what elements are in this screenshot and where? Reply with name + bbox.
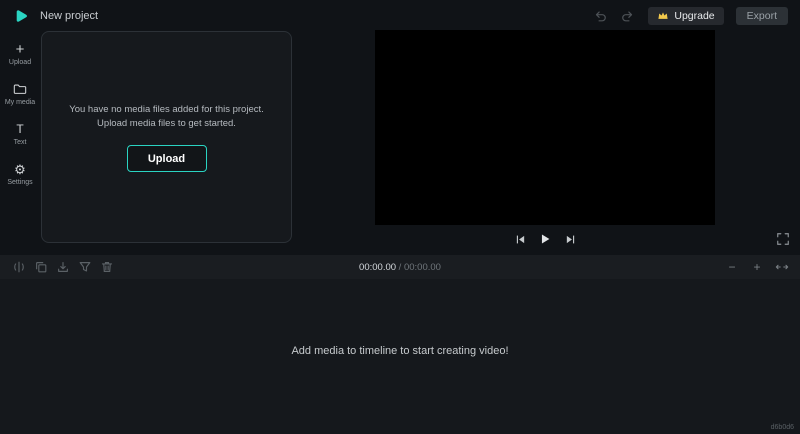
timecode-display: 00:00.00 / 00:00.00 xyxy=(0,262,800,273)
sidebar-item-label: Upload xyxy=(9,59,31,66)
sidebar-item-text[interactable]: T Text xyxy=(0,114,40,154)
media-empty-line1: You have no media files added for this p… xyxy=(42,103,291,117)
duplicate-icon[interactable] xyxy=(32,259,49,276)
sidebar-item-label: Settings xyxy=(7,179,32,186)
delete-icon[interactable] xyxy=(98,259,115,276)
top-bar-right: Upgrade Export xyxy=(592,7,788,25)
split-icon[interactable] xyxy=(10,259,27,276)
build-id: d6b0d6 xyxy=(771,424,794,431)
total-time: 00:00.00 xyxy=(404,262,441,273)
timeline-empty-message: Add media to timeline to start creating … xyxy=(0,345,800,357)
timeline-area[interactable]: Add media to timeline to start creating … xyxy=(0,279,800,434)
sidebar: + Upload My media T Text ⚙ Settings xyxy=(0,34,40,254)
text-icon: T xyxy=(16,122,23,136)
zoom-in-icon[interactable]: + xyxy=(749,259,765,275)
playback-controls xyxy=(375,230,715,248)
sidebar-item-label: Text xyxy=(14,139,27,146)
download-icon[interactable] xyxy=(54,259,71,276)
media-empty-message: You have no media files added for this p… xyxy=(42,103,291,131)
zoom-controls: − + xyxy=(724,259,790,275)
media-empty-line2: Upload media files to get started. xyxy=(42,117,291,131)
upgrade-button[interactable]: Upgrade xyxy=(648,7,723,25)
app-window: New project Upgrade Exp xyxy=(0,0,800,434)
sidebar-item-settings[interactable]: ⚙ Settings xyxy=(0,154,40,194)
sidebar-item-my-media[interactable]: My media xyxy=(0,74,40,114)
skip-to-end-icon[interactable] xyxy=(562,231,578,247)
project-title[interactable]: New project xyxy=(40,10,98,22)
gear-icon: ⚙ xyxy=(14,162,26,176)
export-button[interactable]: Export xyxy=(736,7,788,25)
media-panel: You have no media files added for this p… xyxy=(41,31,292,243)
sidebar-item-label: My media xyxy=(5,99,35,106)
top-bar-left: New project xyxy=(12,7,98,25)
sidebar-item-upload[interactable]: + Upload xyxy=(0,34,40,74)
zoom-fit-icon[interactable] xyxy=(774,259,790,275)
play-icon[interactable] xyxy=(537,231,553,247)
plus-icon: + xyxy=(16,42,25,56)
app-logo-icon[interactable] xyxy=(12,7,30,25)
folder-icon xyxy=(13,82,27,96)
top-bar: New project Upgrade Exp xyxy=(0,0,800,32)
timeline-toolbar: 00:00.00 / 00:00.00 − + xyxy=(0,255,800,279)
upgrade-label: Upgrade xyxy=(674,10,714,22)
video-preview-canvas xyxy=(375,30,715,225)
timeline-tools xyxy=(10,259,115,276)
zoom-out-icon[interactable]: − xyxy=(724,259,740,275)
fullscreen-icon[interactable] xyxy=(776,232,790,246)
time-separator: / xyxy=(396,262,404,273)
undo-icon[interactable] xyxy=(592,8,608,24)
crown-icon xyxy=(657,11,669,21)
upload-button[interactable]: Upload xyxy=(127,145,207,172)
current-time: 00:00.00 xyxy=(359,262,396,273)
redo-icon[interactable] xyxy=(620,8,636,24)
filter-icon[interactable] xyxy=(76,259,93,276)
skip-to-start-icon[interactable] xyxy=(512,231,528,247)
